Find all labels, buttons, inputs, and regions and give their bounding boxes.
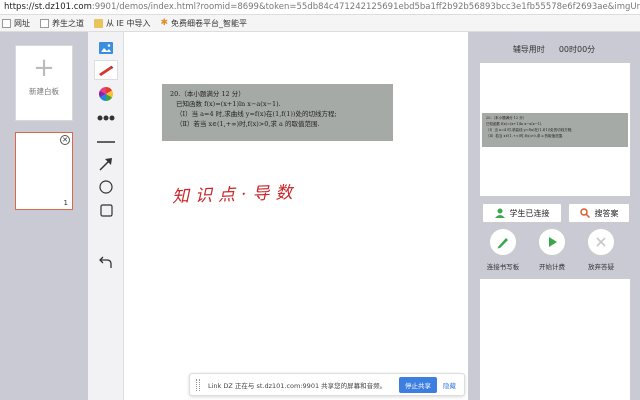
bookmark-item[interactable]: 养生之道 <box>40 18 84 29</box>
start-billing-circle[interactable] <box>538 228 566 256</box>
student-connected-button[interactable]: 学生已连接 <box>482 203 562 223</box>
bookmark-item[interactable]: ✱ 免费细卷平台_智能平 <box>161 18 248 29</box>
search-answer-label: 搜答案 <box>594 208 619 218</box>
stop-sharing-button[interactable]: 停止共享 <box>399 376 437 393</box>
connect-tablet-circle[interactable] <box>489 228 517 256</box>
preview-problem-image: 20.（本小题满分 12 分） 已知函数 f(x)=(x+1)ln x−a(x−… <box>482 113 628 147</box>
folder-icon <box>94 18 103 28</box>
stroke-size-tool[interactable] <box>94 108 118 128</box>
problem-line: （Ⅱ）若当 x∈(1,+∞)时,f(x)>0,求 a 的取值范围. <box>176 120 320 128</box>
board-list-panel: + 新建白板 ✕ 1 <box>0 32 88 400</box>
chat-area[interactable] <box>479 278 631 400</box>
bookmarks-bar: 网址 养生之道 从 IE 中导入 ✱ 免费细卷平台_智能平 <box>0 15 640 32</box>
color-wheel-icon <box>99 87 113 101</box>
problem-line: 已知函数 f(x)=(x+1)ln x−a(x−1). <box>176 100 281 108</box>
line-tool[interactable] <box>94 132 118 152</box>
handwritten-note: 知识点·导数 <box>171 182 299 208</box>
pen-icon <box>497 238 508 249</box>
play-icon <box>549 237 557 247</box>
session-panel: 辅导用时 00时00分 20.（本小题满分 12 分） 已知函数 f(x)=(x+… <box>468 32 640 400</box>
user-icon <box>494 208 505 218</box>
bookmark-item[interactable]: 从 IE 中导入 <box>94 18 151 29</box>
search-icon <box>579 208 590 218</box>
image-icon <box>99 42 113 54</box>
document-icon <box>2 18 11 28</box>
pen-icon <box>99 65 114 76</box>
image-tool[interactable] <box>94 38 118 58</box>
rectangle-icon <box>99 203 113 217</box>
plus-icon: + <box>33 53 55 83</box>
drawing-toolbar <box>88 32 124 400</box>
dots-icon <box>97 115 115 121</box>
close-icon <box>596 237 606 247</box>
student-preview: 20.（本小题满分 12 分） 已知函数 f(x)=(x+1)ln x−a(x−… <box>479 62 631 197</box>
undo-icon <box>99 256 112 268</box>
start-billing-label: 开始计费 <box>539 263 565 271</box>
screen-share-bar: Link DZ 正在与 st.dz101.com:9901 共享您的屏幕和音频。… <box>189 373 465 396</box>
connect-tablet-label: 连接书写板 <box>486 263 520 271</box>
arrow-tool[interactable] <box>94 154 118 174</box>
abandon-tutoring-label: 放弃答疑 <box>588 263 614 271</box>
timer-value: 00时00分 <box>558 45 596 54</box>
new-board-button[interactable]: + 新建白板 <box>15 45 73 121</box>
line-icon <box>97 141 115 143</box>
search-answer-button[interactable]: 搜答案 <box>568 203 630 223</box>
drag-handle[interactable] <box>196 378 200 391</box>
share-message: Link DZ 正在与 st.dz101.com:9901 共享您的屏幕和音频。 <box>208 381 387 390</box>
new-board-label: 新建白板 <box>29 87 59 96</box>
address-bar[interactable]: https://st.dz101.com:9901/demos/index.ht… <box>0 0 640 15</box>
undo-tool[interactable] <box>94 252 118 272</box>
connect-tablet-button[interactable]: 连接书写板 <box>479 228 527 271</box>
tutoring-timer: 辅导用时 00时00分 <box>468 44 640 55</box>
hide-link[interactable]: 隐藏 <box>443 380 456 390</box>
arrow-icon <box>99 158 112 171</box>
student-connected-label: 学生已连接 <box>509 208 550 218</box>
problem-line: 20.（本小题满分 12 分） <box>170 90 245 98</box>
url-path: :9901/demos/index.html?roomid=8699&token… <box>91 2 640 12</box>
board-thumbnail[interactable]: ✕ 1 <box>15 132 73 210</box>
problem-image: 20.（本小题满分 12 分） 已知函数 f(x)=(x+1)ln x−a(x−… <box>162 84 393 141</box>
start-billing-button[interactable]: 开始计费 <box>528 228 576 271</box>
board-number: 1 <box>63 199 68 207</box>
abandon-tutoring-button[interactable]: 放弃答疑 <box>577 228 625 271</box>
circle-icon <box>99 180 113 194</box>
color-tool[interactable] <box>94 84 118 104</box>
problem-line: （Ⅰ）当 a=4 时,求曲线 y=f(x)在(1,f(1))处的切线方程; <box>176 110 337 118</box>
circle-tool[interactable] <box>94 177 118 197</box>
star-icon: ✱ <box>160 17 169 28</box>
url-host: https://st.dz101.com <box>4 2 92 12</box>
pen-tool[interactable] <box>94 60 118 80</box>
rectangle-tool[interactable] <box>94 200 118 220</box>
document-icon <box>40 18 49 28</box>
bookmark-item[interactable]: 网址 <box>2 18 30 29</box>
timer-label: 辅导用时 <box>512 45 545 54</box>
close-icon[interactable]: ✕ <box>60 135 70 145</box>
abandon-tutoring-circle[interactable] <box>587 228 615 256</box>
whiteboard-canvas[interactable]: 20.（本小题满分 12 分） 已知函数 f(x)=(x+1)ln x−a(x−… <box>124 32 468 400</box>
